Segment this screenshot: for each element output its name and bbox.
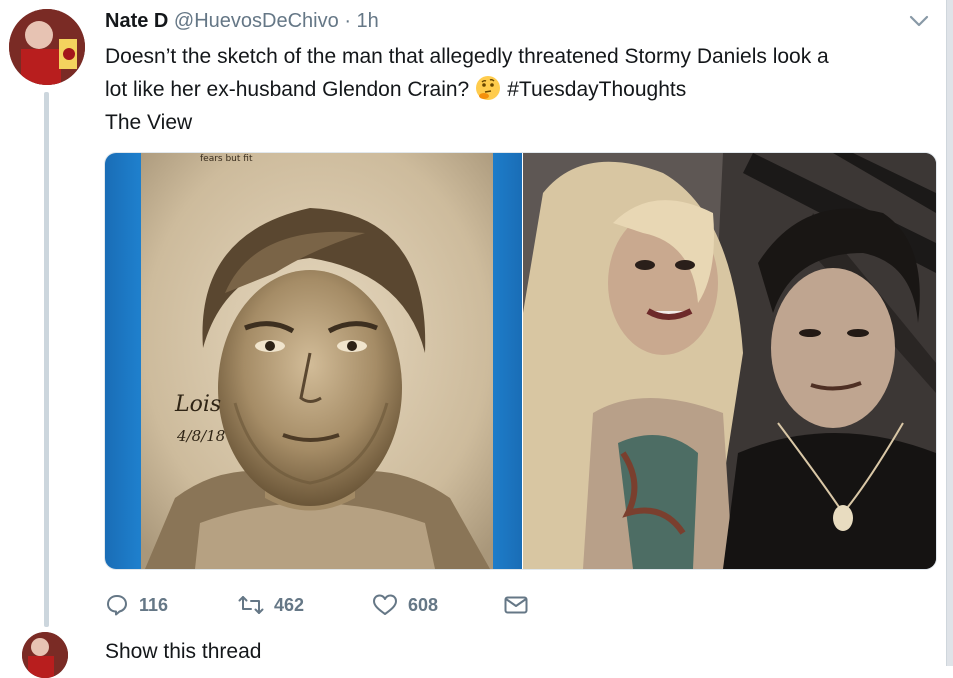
thread-line [44,92,49,627]
reply-count: 116 [139,594,169,615]
retweet-count: 462 [274,594,305,615]
tweet-timestamp[interactable]: 1h [357,10,379,32]
chevron-down-icon[interactable] [905,9,933,33]
police-sketch-image[interactable]: Lois 4/8/18 fears but fit [105,153,522,569]
sketch-top-note: fears but fit [200,154,253,164]
tweet-text-line-3: The View [105,111,193,134]
tweet-media[interactable]: Lois 4/8/18 fears but fit [104,152,937,570]
sketch-signature: Lois [174,392,221,417]
reply-button[interactable]: 116 [105,590,168,620]
retweet-icon [238,596,264,614]
envelope-icon [504,596,528,614]
thread-avatar[interactable] [22,632,68,678]
couple-photo-image[interactable] [523,153,936,569]
sketch-date: 4/8/18 [176,427,225,445]
tweet-actions: 116 462 608 [105,590,565,620]
tweet-header: Nate D @HuevosDeChivo · 1h [105,8,379,34]
like-count: 608 [408,594,439,615]
author-name[interactable]: Nate D [105,10,168,32]
like-button[interactable]: 608 [372,590,438,620]
thinking-face-icon [475,75,501,101]
thread-avatar-image [22,632,68,678]
tweet-text: Doesn’t the sketch of the man that alleg… [105,40,925,139]
avatar-image [9,9,85,85]
retweet-button[interactable]: 462 [238,590,304,620]
author-handle[interactable]: @HuevosDeChivo [174,10,339,32]
page-right-border [946,0,953,666]
tweet-text-segment: lot like her ex-husband Glendon Crain? [105,78,470,101]
tweet-text-line-1: Doesn’t the sketch of the man that alleg… [105,45,829,68]
reply-icon [107,595,127,616]
tweet-text-line-2: lot like her ex-husband Glendon Crain? #… [105,73,925,106]
hashtag-link[interactable]: #TuesdayThoughts [507,78,686,101]
heart-icon [373,594,397,615]
header-separator: · [344,10,351,32]
author-avatar[interactable] [9,9,85,85]
direct-message-button[interactable] [503,590,529,620]
show-thread-link[interactable]: Show this thread [105,640,261,664]
